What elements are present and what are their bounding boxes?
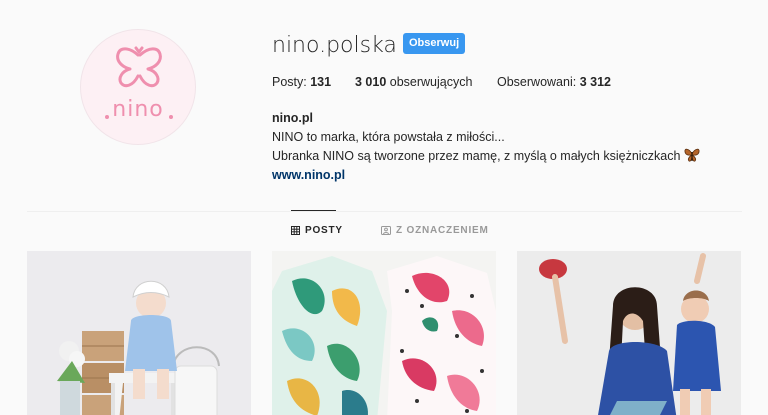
grid-icon — [291, 226, 300, 235]
bio-line-2-row: Ubranka NINO są tworzone przez mamę, z m… — [272, 147, 700, 166]
profile-avatar[interactable]: nino — [80, 29, 196, 145]
post-thumbnail-1[interactable] — [27, 251, 251, 415]
follow-button[interactable]: Obserwuj — [403, 33, 466, 54]
butterfly-emoji-icon — [684, 148, 700, 162]
post-thumbnail-3[interactable] — [517, 251, 741, 415]
posts-count: Posty: 131 — [272, 75, 331, 89]
posts-label: Posty: — [272, 75, 307, 89]
post-image-mother-and-daughter — [517, 251, 741, 415]
following-label: Obserwowani: — [497, 75, 577, 89]
following-count[interactable]: Obserwowani: 3 312 — [497, 75, 611, 89]
avatar-brand-text: nino — [112, 97, 164, 122]
tab-posts-label: POSTY — [305, 225, 343, 236]
bio-website-link[interactable]: www.nino.pl — [272, 166, 700, 185]
post-image-girl-on-crates — [27, 251, 251, 415]
tab-tagged[interactable]: Z OZNACZENIEM — [381, 225, 489, 236]
followers-count[interactable]: 3 010 obserwujących — [355, 75, 472, 89]
followers-label: obserwujących — [389, 75, 473, 89]
profile-bio: nino.pl NINO to marka, która powstała z … — [272, 109, 700, 185]
tab-tagged-label: Z OZNACZENIEM — [396, 225, 489, 236]
bio-line-2: Ubranka NINO są tworzone przez mamę, z m… — [272, 149, 681, 163]
tag-icon — [381, 226, 391, 235]
bio-name: nino.pl — [272, 111, 313, 125]
following-value: 3 312 — [579, 75, 611, 89]
tab-posts[interactable]: POSTY — [291, 225, 343, 236]
followers-value: 3 010 — [355, 75, 387, 89]
tabs-divider — [27, 211, 742, 212]
bio-line-1: NINO to marka, która powstała z miłości.… — [272, 130, 505, 144]
post-image-printed-dresses — [272, 251, 496, 415]
posts-value: 131 — [310, 75, 332, 89]
butterfly-logo-icon — [105, 46, 173, 119]
post-thumbnail-2[interactable] — [272, 251, 496, 415]
active-tab-indicator — [291, 210, 336, 211]
profile-username: nino.polska — [272, 33, 397, 58]
